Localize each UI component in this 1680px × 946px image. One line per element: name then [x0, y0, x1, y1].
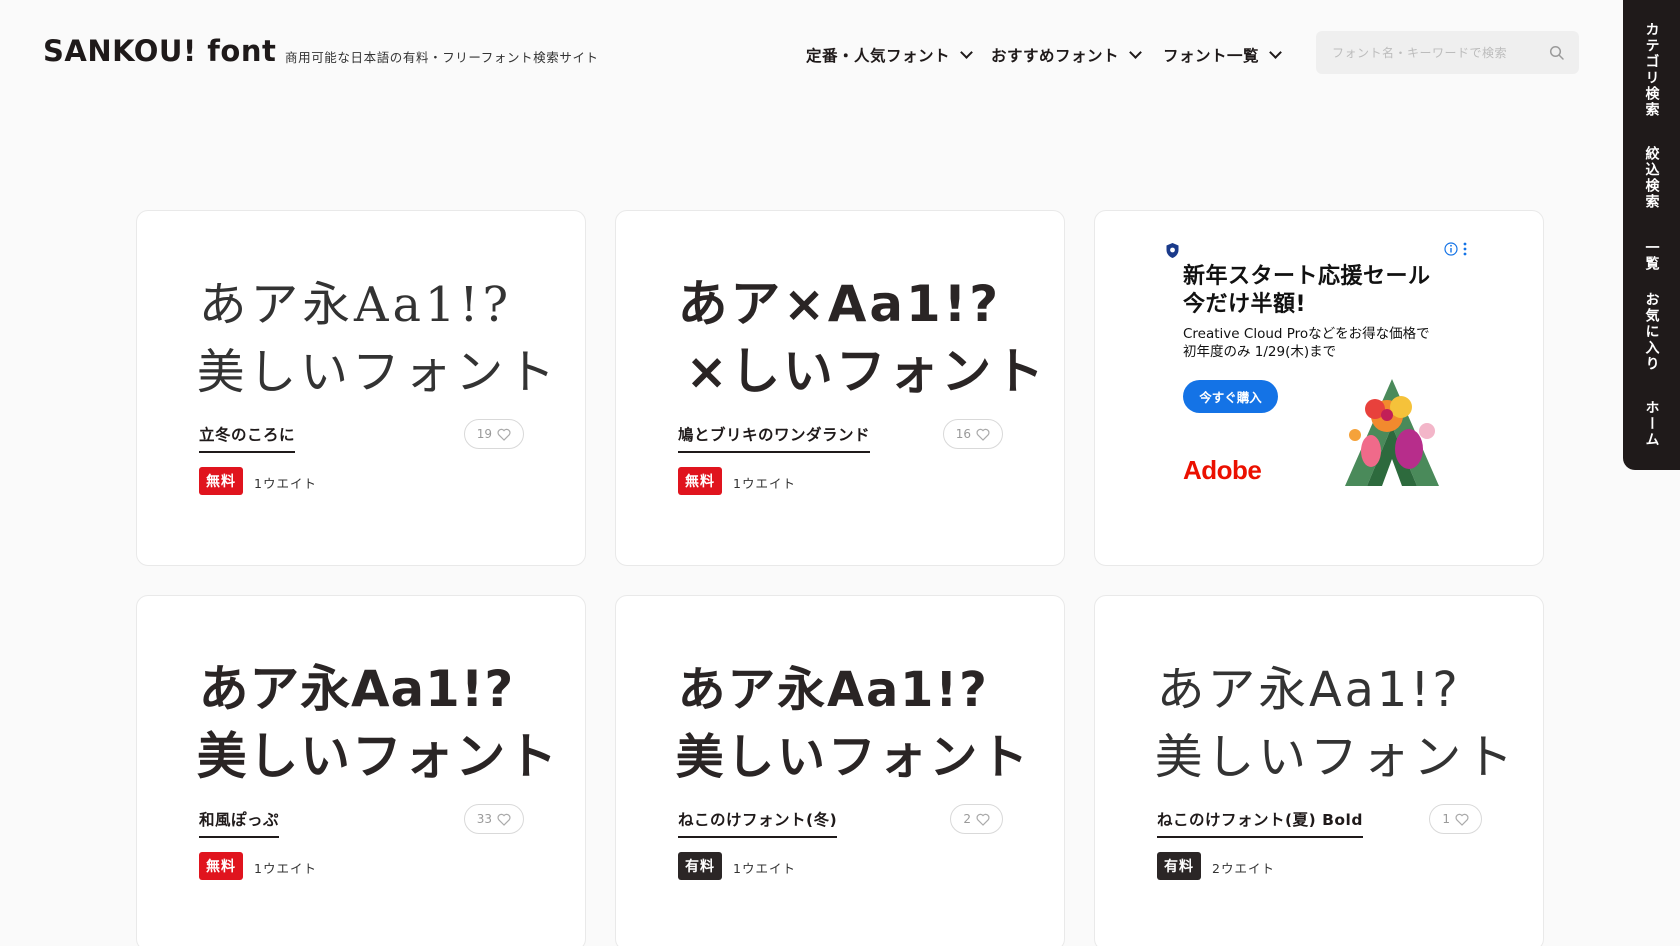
ad-card[interactable]: 新年スタート応援セール 今だけ半額! Creative Cloud Proなどを… [1094, 210, 1544, 566]
heart-icon [976, 813, 990, 826]
like-button[interactable]: 1 [1429, 804, 1482, 834]
sample-line-2: 美しいフォント [197, 346, 559, 401]
like-count: 2 [963, 812, 971, 826]
heart-icon [1455, 813, 1469, 826]
weight-count: 2ウエイト [1212, 861, 1275, 876]
ad-subtext: Creative Cloud Proなどをお得な価格で 初年度のみ 1/29(木… [1183, 325, 1430, 361]
weight-count: 1ウエイト [254, 476, 317, 491]
font-name[interactable]: 和風ぽっぷ [199, 808, 280, 838]
chevron-down-icon [1269, 46, 1282, 59]
like-button[interactable]: 33 [463, 804, 524, 834]
sample-line-2: 美しいフォント [676, 731, 1031, 786]
ad-artwork-image [1345, 379, 1439, 486]
font-card[interactable]: あア永Aa1!? 美しいフォント ねこのけフォント(夏) Bold 1 有料 2… [1094, 595, 1544, 946]
chevron-down-icon [960, 46, 973, 59]
search-box [1316, 31, 1579, 74]
font-card[interactable]: あア永Aa1!? 美しいフォント ねこのけフォント(冬) 2 有料 1ウエイト [615, 595, 1065, 946]
font-name[interactable]: ねこのけフォント(夏) Bold [1157, 808, 1363, 838]
ad-headline-2: 今だけ半額! [1183, 292, 1307, 317]
sample-line-1: あア永Aa1!? [678, 663, 989, 718]
font-sample-preview: あア×Aa1!? ×しいフォント [616, 211, 1064, 421]
font-sample-preview: あア永Aa1!? 美しいフォント [1095, 596, 1543, 806]
nav-font-list[interactable]: フォント一覧 [1163, 44, 1282, 66]
weight-count: 1ウエイト [733, 476, 796, 491]
site-header: SANKOU! font 商用可能な日本語の有料・フリーフォント検索サイト 定番… [0, 0, 1625, 110]
weight-count: 1ウエイト [733, 861, 796, 876]
ad-headline-1: 新年スタート応援セール [1183, 264, 1431, 289]
sidetab-favorites[interactable]: お気に入り [1623, 292, 1680, 372]
font-sample-preview: あア永Aa1!? 美しいフォント [137, 596, 585, 806]
site-tagline: 商用可能な日本語の有料・フリーフォント検索サイト [285, 50, 599, 65]
sample-line-1: あア×Aa1!? [678, 275, 1001, 333]
sample-line-2: 美しいフォント [1155, 731, 1517, 786]
price-badge: 無料 [199, 467, 243, 495]
ad-buy-button[interactable]: 今すぐ購入 [1183, 380, 1278, 413]
sample-line-1: あア永Aa1!? [1157, 663, 1461, 718]
adobe-logo: Adobe [1183, 455, 1262, 485]
like-count: 16 [955, 427, 971, 441]
heart-icon [976, 428, 990, 441]
sample-line-2: ×しいフォント [686, 343, 1047, 401]
font-card[interactable]: あア×Aa1!? ×しいフォント 鳩とブリキのワンダランド 16 無料 1ウエイ… [615, 210, 1065, 566]
chevron-down-icon [1129, 46, 1142, 59]
ad-shield-icon [1166, 243, 1179, 258]
sidetab-list[interactable]: 一覧 [1623, 240, 1680, 272]
like-button[interactable]: 19 [463, 419, 524, 449]
font-name[interactable]: 鳩とブリキのワンダランド [678, 423, 871, 453]
ad-info-icon[interactable] [1443, 241, 1473, 257]
like-count: 19 [476, 427, 492, 441]
font-name[interactable]: ねこのけフォント(冬) [678, 808, 838, 838]
font-name[interactable]: 立冬のころに [199, 423, 296, 453]
sample-line-2: 美しいフォント [197, 728, 559, 786]
like-button[interactable]: 16 [942, 419, 1003, 449]
side-tab-menu: カテゴリ検索 絞込検索 一覧 お気に入り ホーム [1623, 0, 1680, 470]
ad-headline: 新年スタート応援セール 今だけ半額! [1183, 263, 1431, 319]
heart-icon [497, 428, 511, 441]
nav-label: フォント一覧 [1163, 47, 1260, 65]
sample-line-1: あア永Aa1!? [199, 660, 515, 718]
price-badge: 有料 [678, 852, 722, 880]
like-button[interactable]: 2 [950, 804, 1003, 834]
site-logo[interactable]: SANKOU! font [43, 34, 276, 68]
ad-subtext-2: 初年度のみ 1/29(木)まで [1183, 344, 1337, 360]
ad-subtext-1: Creative Cloud Proなどをお得な価格で [1183, 326, 1430, 342]
sidetab-category-search[interactable]: カテゴリ検索 [1623, 22, 1680, 118]
search-icon[interactable] [1549, 45, 1565, 61]
nav-recommended-fonts[interactable]: おすすめフォント [991, 44, 1142, 66]
price-badge: 無料 [678, 467, 722, 495]
nav-label: 定番・人気フォント [806, 47, 951, 65]
font-sample-preview: あア永Aa1!? 美しいフォント [616, 596, 1064, 806]
font-sample-preview: あア永Aa1!? 美しいフォント [137, 211, 585, 421]
sample-line-1: あア永Aa1!? [199, 278, 512, 333]
nav-popular-fonts[interactable]: 定番・人気フォント [806, 44, 973, 66]
weight-count: 1ウエイト [254, 861, 317, 876]
search-input[interactable] [1332, 31, 1532, 74]
price-badge: 無料 [199, 852, 243, 880]
font-card[interactable]: あア永Aa1!? 美しいフォント 立冬のころに 19 無料 1ウエイト [136, 210, 586, 566]
sidetab-home[interactable]: ホーム [1623, 400, 1680, 448]
price-badge: 有料 [1157, 852, 1201, 880]
nav-label: おすすめフォント [991, 47, 1120, 65]
like-count: 33 [476, 812, 492, 826]
heart-icon [497, 813, 511, 826]
sidetab-filter-search[interactable]: 絞込検索 [1623, 146, 1680, 210]
font-card[interactable]: あア永Aa1!? 美しいフォント 和風ぽっぷ 33 無料 1ウエイト [136, 595, 586, 946]
like-count: 1 [1442, 812, 1450, 826]
